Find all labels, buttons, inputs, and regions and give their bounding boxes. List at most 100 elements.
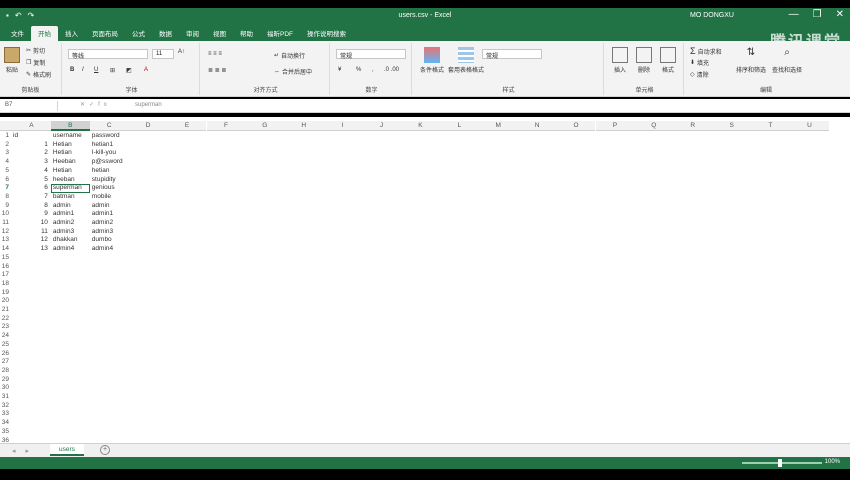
- column-header-A[interactable]: A: [12, 121, 51, 131]
- column-header-M[interactable]: M: [478, 121, 518, 131]
- row-header[interactable]: 31: [0, 393, 10, 402]
- column-header-G[interactable]: G: [245, 121, 285, 131]
- cell-A9[interactable]: 8: [12, 202, 48, 211]
- cell-A11[interactable]: 10: [12, 219, 48, 228]
- row-header[interactable]: 34: [0, 419, 10, 428]
- cell-C11[interactable]: admin2: [92, 219, 128, 228]
- name-box[interactable]: B7: [2, 101, 58, 111]
- ribbon-tab-10[interactable]: 操作说明搜索: [300, 26, 353, 41]
- cell-C5[interactable]: hetian: [92, 167, 128, 176]
- cell-C1[interactable]: password: [92, 132, 128, 141]
- row-header[interactable]: 21: [0, 306, 10, 315]
- row-header[interactable]: 22: [0, 315, 10, 324]
- close-button[interactable]: ✕: [836, 9, 844, 20]
- merge-center-button[interactable]: ⇔ 合并后居中: [274, 67, 312, 77]
- row-header[interactable]: 1: [0, 132, 10, 141]
- format-as-table-button[interactable]: 套用表格格式: [448, 47, 484, 74]
- align-left-icon[interactable]: ≣ ≣ ≣: [208, 67, 226, 74]
- ribbon-tab-0[interactable]: 文件: [4, 26, 31, 41]
- column-header-H[interactable]: H: [284, 121, 324, 131]
- cell-A12[interactable]: 11: [12, 228, 48, 237]
- ribbon-tab-7[interactable]: 视图: [206, 26, 233, 41]
- cell-C13[interactable]: dumbo: [92, 236, 128, 245]
- row-header[interactable]: 19: [0, 289, 10, 298]
- bold-button[interactable]: B: [70, 67, 74, 73]
- format-cells-button[interactable]: 格式: [660, 47, 676, 74]
- ribbon-tab-6[interactable]: 审阅: [179, 26, 206, 41]
- paste-button[interactable]: 粘贴: [4, 47, 20, 74]
- decimal-icon[interactable]: .0 .00: [384, 67, 399, 73]
- formula-input[interactable]: superman: [135, 102, 162, 108]
- zoom-level[interactable]: 100%: [825, 459, 840, 465]
- column-header-I[interactable]: I: [323, 121, 363, 131]
- row-header[interactable]: 30: [0, 384, 10, 393]
- cell-A4[interactable]: 3: [12, 158, 48, 167]
- italic-button[interactable]: I: [82, 67, 84, 73]
- fx-icon[interactable]: fx: [98, 102, 111, 108]
- cell-C2[interactable]: hetian1: [92, 141, 128, 150]
- cell-B12[interactable]: admin3: [53, 228, 89, 237]
- delete-cells-button[interactable]: 删除: [636, 47, 652, 74]
- select-all-corner[interactable]: [0, 121, 12, 131]
- cell-C12[interactable]: admin3: [92, 228, 128, 237]
- row-header[interactable]: 28: [0, 367, 10, 376]
- row-header[interactable]: 7: [0, 184, 10, 193]
- underline-button[interactable]: U: [94, 67, 98, 73]
- sort-filter-button[interactable]: ⇅ 排序和筛选: [736, 47, 766, 74]
- cell-A14[interactable]: 13: [12, 245, 48, 254]
- row-header[interactable]: 13: [0, 236, 10, 245]
- row-header[interactable]: 14: [0, 245, 10, 254]
- row-header[interactable]: 3: [0, 149, 10, 158]
- ribbon-tab-8[interactable]: 帮助: [233, 26, 260, 41]
- row-header[interactable]: 29: [0, 376, 10, 385]
- cell-A8[interactable]: 7: [12, 193, 48, 202]
- column-header-L[interactable]: L: [439, 121, 479, 131]
- row-header[interactable]: 35: [0, 428, 10, 437]
- cell-A6[interactable]: 5: [12, 176, 48, 185]
- cell-C9[interactable]: admin: [92, 202, 128, 211]
- column-header-F[interactable]: F: [206, 121, 246, 131]
- row-header[interactable]: 4: [0, 158, 10, 167]
- format-painter-button[interactable]: ✎ 格式刷: [26, 70, 51, 79]
- ribbon-tab-9[interactable]: 福昕PDF: [260, 26, 300, 41]
- cell-A7[interactable]: 6: [12, 184, 48, 193]
- row-header[interactable]: 16: [0, 263, 10, 272]
- align-top-icon[interactable]: ≡ ≡ ≡: [208, 51, 222, 57]
- clear-button[interactable]: ◇ 清除: [690, 70, 709, 79]
- cell-B9[interactable]: admin: [53, 202, 89, 211]
- column-header-O[interactable]: O: [556, 121, 596, 131]
- enter-icon[interactable]: ✓: [89, 102, 98, 108]
- cell-B1[interactable]: username: [53, 132, 89, 141]
- sheet-tab-users[interactable]: users: [50, 444, 84, 456]
- cell-C6[interactable]: stupidity: [92, 176, 128, 185]
- column-header-Q[interactable]: Q: [634, 121, 674, 131]
- cell-B11[interactable]: admin2: [53, 219, 89, 228]
- autosum-button[interactable]: Σ 自动求和: [690, 46, 722, 56]
- column-header-N[interactable]: N: [517, 121, 557, 131]
- cell-C3[interactable]: I-kill-you: [92, 149, 128, 158]
- currency-icon[interactable]: ¥: [338, 67, 341, 73]
- column-header-C[interactable]: C: [89, 121, 129, 131]
- fill-color-icon[interactable]: ◩: [126, 67, 132, 74]
- column-header-K[interactable]: K: [401, 121, 440, 131]
- border-icon[interactable]: ⊞: [110, 67, 115, 74]
- cell-A13[interactable]: 12: [12, 236, 48, 245]
- row-header[interactable]: 25: [0, 341, 10, 350]
- cell-C14[interactable]: admin4: [92, 245, 128, 254]
- cell-B10[interactable]: admin1: [53, 210, 89, 219]
- row-header[interactable]: 15: [0, 254, 10, 263]
- cell-style-normal[interactable]: 常规: [482, 49, 542, 60]
- ribbon-tab-4[interactable]: 公式: [125, 26, 152, 41]
- minimize-button[interactable]: —: [789, 9, 799, 20]
- ribbon-tab-3[interactable]: 页面布局: [85, 26, 125, 41]
- copy-button[interactable]: ❐ 复制: [26, 58, 45, 67]
- zoom-slider[interactable]: [742, 462, 822, 464]
- fill-button[interactable]: ⬇ 填充: [690, 58, 709, 67]
- row-header[interactable]: 8: [0, 193, 10, 202]
- comma-icon[interactable]: ,: [372, 67, 374, 73]
- ribbon-tab-5[interactable]: 数据: [152, 26, 179, 41]
- cell-B5[interactable]: Hetian: [53, 167, 89, 176]
- cell-B8[interactable]: batman: [53, 193, 89, 202]
- row-header[interactable]: 2: [0, 141, 10, 150]
- cell-B3[interactable]: Hetian: [53, 149, 89, 158]
